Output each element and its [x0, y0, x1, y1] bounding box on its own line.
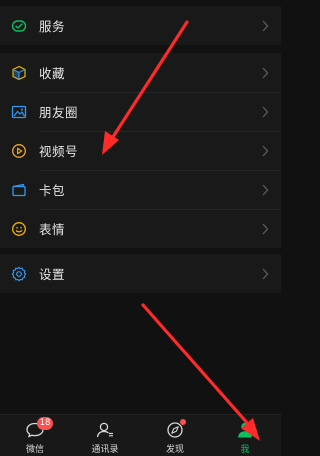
card-wallet-icon: [11, 182, 27, 198]
tab-discover[interactable]: 发现: [140, 415, 210, 456]
tab-label-me: 我: [240, 445, 250, 455]
menu-item-services[interactable]: 服务: [0, 6, 281, 45]
menu-item-cards[interactable]: 卡包: [0, 170, 281, 209]
tab-label-chats: 微信: [25, 445, 44, 455]
tab-label-contacts: 通讯录: [91, 445, 119, 455]
tab-contacts[interactable]: 通讯录: [70, 415, 140, 456]
menu-item-favorites[interactable]: 收藏: [0, 53, 281, 92]
menu-item-moments[interactable]: 朋友圈: [0, 92, 281, 131]
chevron-right-icon: [262, 223, 269, 234]
menu-item-stickers[interactable]: 表情: [0, 209, 281, 248]
new-content-dot: [180, 419, 186, 425]
chevron-right-icon: [262, 106, 269, 117]
menu-label-moments: 朋友圈: [39, 105, 79, 120]
tab-label-discover: 发现: [165, 445, 184, 455]
menu-label-services: 服务: [39, 19, 66, 34]
unread-badge: 18: [37, 417, 53, 430]
chat-bubble-icon: 18: [25, 417, 53, 439]
chevron-right-icon: [262, 268, 269, 279]
compass-icon: [165, 419, 186, 439]
bottom-tab-bar: 18 微信 通讯录 发现 我: [0, 414, 281, 456]
menu-label-cards: 卡包: [39, 183, 66, 198]
menu-label-stickers: 表情: [39, 222, 66, 237]
settings-gear-icon: [11, 266, 27, 282]
menu-label-favorites: 收藏: [39, 66, 66, 81]
tab-me[interactable]: 我: [210, 415, 280, 456]
chevron-right-icon: [262, 67, 269, 78]
menu-item-settings[interactable]: 设置: [0, 254, 281, 293]
channels-play-icon: [11, 143, 27, 159]
chevron-right-icon: [262, 184, 269, 195]
menu-label-settings: 设置: [39, 267, 66, 282]
menu-label-channels: 视频号: [39, 144, 79, 159]
moments-image-icon: [11, 104, 27, 120]
chevron-right-icon: [262, 20, 269, 31]
favorites-cube-icon: [11, 65, 27, 81]
services-group: 服务: [0, 6, 281, 45]
contacts-icon: [95, 421, 115, 439]
me-person-icon: [235, 421, 255, 439]
settings-group: 设置: [0, 254, 281, 293]
features-group: 收藏 朋友圈 视频号 卡包 表情: [0, 53, 281, 248]
menu-item-channels[interactable]: 视频号: [0, 131, 281, 170]
me-page: 服务 收藏 朋友圈 视频号 卡包 表情 设置 18 微信 通讯录 发现 我: [0, 0, 281, 456]
tab-chats[interactable]: 18 微信: [0, 415, 70, 456]
sticker-smile-icon: [11, 221, 27, 237]
services-icon: [11, 18, 27, 34]
chevron-right-icon: [262, 145, 269, 156]
